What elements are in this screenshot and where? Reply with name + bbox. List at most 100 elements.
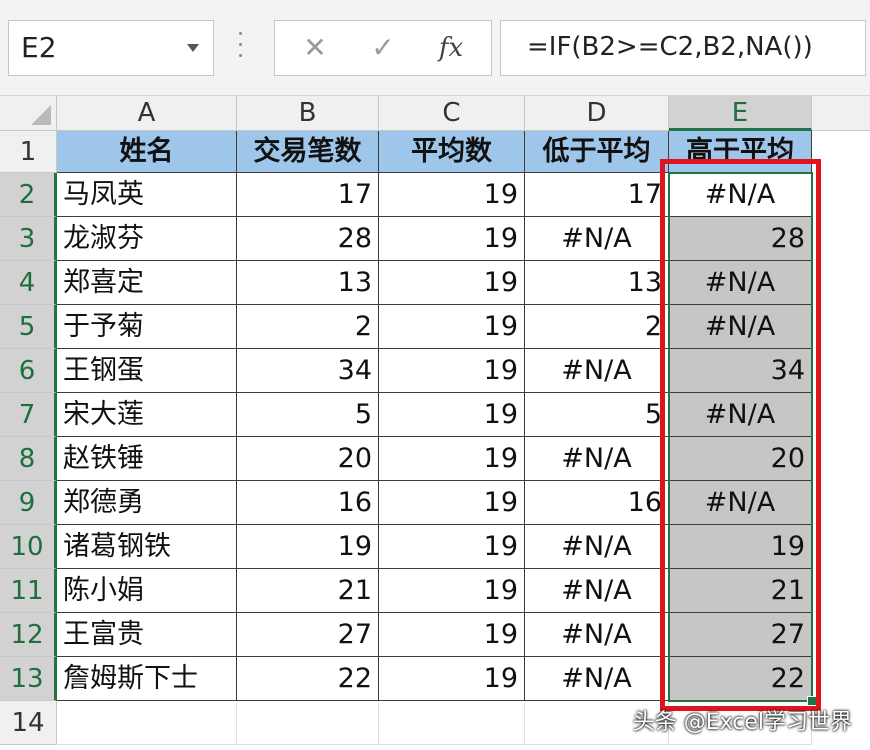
header-cell-d[interactable]: 低于平均: [525, 131, 669, 173]
row-header-2[interactable]: 2: [0, 173, 57, 217]
column-header-b[interactable]: B: [237, 96, 379, 131]
close-icon[interactable]: ✕: [295, 29, 335, 67]
column-header-e[interactable]: E: [669, 96, 812, 131]
cell-a3[interactable]: 龙淑芬: [57, 217, 237, 261]
cell-b8[interactable]: 20: [237, 437, 379, 481]
header-cell-a[interactable]: 姓名: [57, 131, 237, 173]
row-header-5[interactable]: 5: [0, 305, 57, 349]
cell-c7[interactable]: 19: [379, 393, 525, 437]
cell-b6[interactable]: 34: [237, 349, 379, 393]
cell-a2[interactable]: 马凤英: [57, 173, 237, 217]
cell-e7[interactable]: #N/A: [669, 393, 812, 437]
cell-b4[interactable]: 13: [237, 261, 379, 305]
cell-c3[interactable]: 19: [379, 217, 525, 261]
cell-b9[interactable]: 16: [237, 481, 379, 525]
name-box[interactable]: E2: [8, 20, 214, 76]
cell-d11[interactable]: #N/A: [525, 569, 669, 613]
cell-e13[interactable]: 22: [669, 657, 812, 701]
cell-d13[interactable]: #N/A: [525, 657, 669, 701]
row-header-13[interactable]: 13: [0, 657, 57, 701]
row-header-12[interactable]: 12: [0, 613, 57, 657]
row-header-3[interactable]: 3: [0, 217, 57, 261]
cell-c12[interactable]: 19: [379, 613, 525, 657]
cell-b7[interactable]: 5: [237, 393, 379, 437]
column-header-d[interactable]: D: [525, 96, 669, 131]
cell-e11[interactable]: 21: [669, 569, 812, 613]
formula-input[interactable]: =IF(B2>=C2,B2,NA()): [500, 20, 866, 76]
cell-b10[interactable]: 19: [237, 525, 379, 569]
cell-b11[interactable]: 21: [237, 569, 379, 613]
header-cell-b[interactable]: 交易笔数: [237, 131, 379, 173]
cell-a10[interactable]: 诸葛钢铁: [57, 525, 237, 569]
cell-a5[interactable]: 于予菊: [57, 305, 237, 349]
watermark: 头条 @Excel学习世界: [632, 710, 852, 735]
cell-d3[interactable]: #N/A: [525, 217, 669, 261]
drag-handle-icon[interactable]: [238, 32, 244, 66]
row-header-8[interactable]: 8: [0, 437, 57, 481]
cell-d8[interactable]: #N/A: [525, 437, 669, 481]
cell-a12[interactable]: 王富贵: [57, 613, 237, 657]
row-header-14[interactable]: 14: [0, 701, 57, 745]
cell-e3[interactable]: 28: [669, 217, 812, 261]
cell-d7[interactable]: 5: [525, 393, 669, 437]
cell-e9[interactable]: #N/A: [669, 481, 812, 525]
row-header-11[interactable]: 11: [0, 569, 57, 613]
header-cell-e[interactable]: 高于平均: [669, 131, 812, 173]
cell-a8[interactable]: 赵铁锤: [57, 437, 237, 481]
cell-d10[interactable]: #N/A: [525, 525, 669, 569]
insert-function-button[interactable]: fx: [431, 29, 471, 67]
cell-b14[interactable]: [237, 701, 379, 745]
cell-d6[interactable]: #N/A: [525, 349, 669, 393]
select-all-button[interactable]: [0, 96, 57, 131]
cell-e10[interactable]: 19: [669, 525, 812, 569]
cell-e6[interactable]: 34: [669, 349, 812, 393]
cell-d4[interactable]: 13: [525, 261, 669, 305]
column-header-c[interactable]: C: [379, 96, 525, 131]
cell-d9[interactable]: 16: [525, 481, 669, 525]
chevron-down-icon[interactable]: [187, 44, 199, 52]
cell-e4[interactable]: #N/A: [669, 261, 812, 305]
row-header-4[interactable]: 4: [0, 261, 57, 305]
cell-e8[interactable]: 20: [669, 437, 812, 481]
cell-c5[interactable]: 19: [379, 305, 525, 349]
header-cell-c[interactable]: 平均数: [379, 131, 525, 173]
cell-d12[interactable]: #N/A: [525, 613, 669, 657]
column-header-a[interactable]: A: [57, 96, 237, 131]
cell-b2[interactable]: 17: [237, 173, 379, 217]
cell-d2[interactable]: 17: [525, 173, 669, 217]
cell-b5[interactable]: 2: [237, 305, 379, 349]
cell-c4[interactable]: 19: [379, 261, 525, 305]
cell-e5[interactable]: #N/A: [669, 305, 812, 349]
cell-b3[interactable]: 28: [237, 217, 379, 261]
cell-b12[interactable]: 27: [237, 613, 379, 657]
cell-a4[interactable]: 郑喜定: [57, 261, 237, 305]
cell-e12[interactable]: 27: [669, 613, 812, 657]
cell-c8[interactable]: 19: [379, 437, 525, 481]
cell-c10[interactable]: 19: [379, 525, 525, 569]
select-all-triangle-icon: [31, 105, 51, 125]
row-header-1[interactable]: 1: [0, 131, 57, 173]
row-header-7[interactable]: 7: [0, 393, 57, 437]
cell-a11[interactable]: 陈小娟: [57, 569, 237, 613]
cell-a14[interactable]: [57, 701, 237, 745]
check-icon[interactable]: ✓: [363, 29, 403, 67]
formula-text: =IF(B2>=C2,B2,NA()): [527, 32, 813, 62]
cell-a6[interactable]: 王钢蛋: [57, 349, 237, 393]
cell-a13[interactable]: 詹姆斯下士: [57, 657, 237, 701]
cell-d5[interactable]: 2: [525, 305, 669, 349]
cell-c2[interactable]: 19: [379, 173, 525, 217]
cell-a7[interactable]: 宋大莲: [57, 393, 237, 437]
row-header-9[interactable]: 9: [0, 481, 57, 525]
cell-c6[interactable]: 19: [379, 349, 525, 393]
column-header-filler: [812, 96, 870, 131]
row-header-10[interactable]: 10: [0, 525, 57, 569]
cell-c11[interactable]: 19: [379, 569, 525, 613]
cell-c13[interactable]: 19: [379, 657, 525, 701]
cell-b13[interactable]: 22: [237, 657, 379, 701]
cell-e2[interactable]: #N/A: [669, 173, 812, 217]
formula-bar-area: E2 ✕ ✓ fx =IF(B2>=C2,B2,NA()): [0, 0, 870, 96]
cell-c9[interactable]: 19: [379, 481, 525, 525]
cell-c14[interactable]: [379, 701, 525, 745]
row-header-6[interactable]: 6: [0, 349, 57, 393]
cell-a9[interactable]: 郑德勇: [57, 481, 237, 525]
